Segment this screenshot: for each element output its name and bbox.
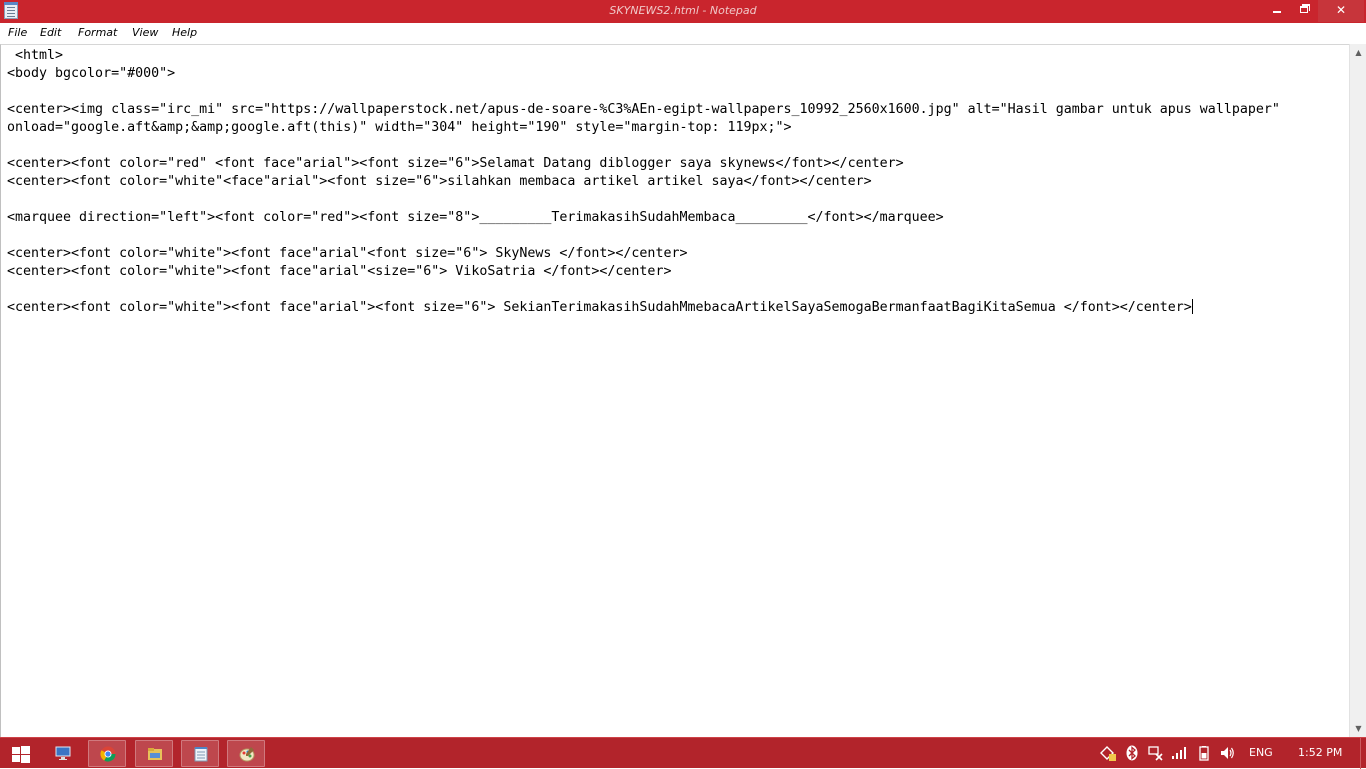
- windows-logo-part: [21, 746, 30, 754]
- editor-line: <html>: [7, 48, 64, 63]
- editor-line: <center><font color="white"><font face"a…: [7, 246, 688, 261]
- network-icon[interactable]: [1147, 745, 1163, 761]
- action-center-icon[interactable]: [1100, 745, 1116, 761]
- windows-logo-part: [12, 755, 20, 762]
- computer-icon: [55, 745, 71, 761]
- editor-line: <center><font color="white"><font face"a…: [7, 264, 672, 279]
- close-icon: ✕: [1335, 3, 1347, 17]
- editor-line: <body bgcolor="#000">: [7, 66, 176, 81]
- restore-button[interactable]: [1290, 0, 1318, 22]
- chrome-icon: [100, 746, 116, 762]
- restore-icon: [1300, 6, 1308, 13]
- menu-edit[interactable]: Edit: [40, 26, 61, 39]
- editor-line: <center><img class="irc_mi" src="https:/…: [7, 102, 1280, 117]
- bluetooth-icon[interactable]: [1124, 745, 1140, 761]
- windows-logo-icon: [12, 747, 20, 754]
- file-explorer-icon: [147, 746, 163, 762]
- editor-content[interactable]: <html> <body bgcolor="#000"> <center><im…: [7, 47, 1280, 317]
- menu-view[interactable]: View: [132, 26, 158, 39]
- editor-line: <center><font color="white"><font face"a…: [7, 300, 1192, 315]
- menu-help[interactable]: Help: [172, 26, 197, 39]
- editor-line: <marquee direction="left"><font color="r…: [7, 210, 944, 225]
- taskbar-file-explorer[interactable]: [135, 740, 173, 767]
- battery-icon[interactable]: [1196, 745, 1212, 761]
- language-indicator[interactable]: ENG: [1249, 746, 1273, 759]
- volume-icon[interactable]: [1219, 745, 1235, 761]
- minimize-button[interactable]: [1262, 0, 1292, 22]
- start-button[interactable]: [6, 741, 32, 767]
- scroll-up-icon[interactable]: ▲: [1350, 44, 1366, 61]
- taskbar: ENG 1:52 PM: [0, 737, 1366, 769]
- menu-file[interactable]: File: [8, 26, 27, 39]
- editor-line: onload="google.aft&amp;&amp;google.aft(t…: [7, 120, 792, 135]
- paint-icon: [239, 746, 255, 762]
- editor-line: <center><font color="red" <font face"ari…: [7, 156, 904, 171]
- text-editor[interactable]: <html> <body bgcolor="#000"> <center><im…: [0, 44, 1349, 737]
- clock[interactable]: 1:52 PM: [1298, 746, 1342, 759]
- scroll-down-icon[interactable]: ▼: [1350, 720, 1366, 737]
- taskbar-chrome[interactable]: [88, 740, 126, 767]
- signal-icon[interactable]: [1171, 745, 1187, 761]
- title-bar: SKYNEWS2.html - Notepad ✕: [0, 0, 1366, 23]
- menu-format[interactable]: Format: [78, 26, 117, 39]
- taskbar-computer[interactable]: [44, 740, 82, 767]
- text-caret: [1191, 299, 1193, 314]
- show-desktop-button[interactable]: [1360, 738, 1366, 769]
- editor-line: <center><font color="white"<face"arial">…: [7, 174, 872, 189]
- menu-bar: File Edit Format View Help: [0, 23, 1366, 44]
- window-title: SKYNEWS2.html - Notepad: [609, 4, 757, 17]
- taskbar-notepad[interactable]: [181, 740, 219, 767]
- minimize-icon: [1273, 11, 1281, 13]
- close-button[interactable]: ✕: [1318, 0, 1364, 22]
- vertical-scrollbar[interactable]: ▲ ▼: [1349, 44, 1366, 737]
- windows-logo-part: [21, 755, 30, 763]
- taskbar-paint[interactable]: [227, 740, 265, 767]
- notepad-icon: [193, 746, 209, 762]
